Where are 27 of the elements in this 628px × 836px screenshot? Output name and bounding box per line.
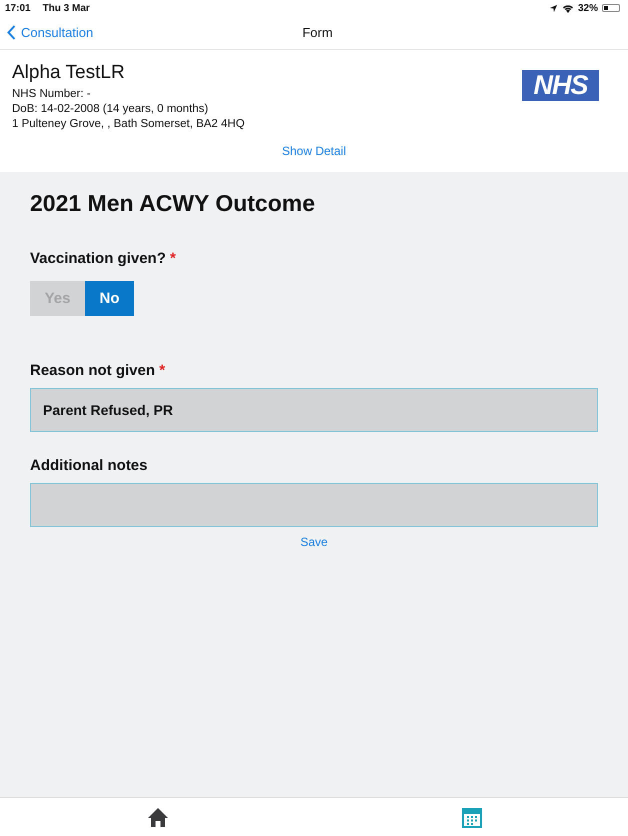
wifi-icon xyxy=(562,4,574,12)
field-label: Additional notes xyxy=(30,457,148,474)
back-link[interactable]: Consultation xyxy=(7,25,94,40)
date-of-birth: DoB: 14-02-2008 (14 years, 0 months) xyxy=(12,102,210,117)
field-label: Reason not given xyxy=(30,362,156,379)
form-title: 2021 Men ACWY Outcome xyxy=(30,190,316,217)
battery-percent: 32% xyxy=(578,2,598,14)
show-detail-link[interactable]: Show Detail xyxy=(282,144,346,158)
notes-field[interactable] xyxy=(30,483,598,527)
required-mark: * xyxy=(170,250,176,267)
reason-field[interactable]: Parent Refused, PR xyxy=(30,388,598,432)
save-link[interactable]: Save xyxy=(300,535,328,549)
status-date: Thu 3 Mar xyxy=(42,2,90,14)
nhs-number: NHS Number: - xyxy=(12,87,92,102)
nav-title: Form xyxy=(302,25,333,40)
calendar-icon[interactable] xyxy=(462,806,482,828)
location-icon xyxy=(548,4,558,12)
home-icon[interactable] xyxy=(146,806,168,828)
status-time: 17:01 xyxy=(5,2,31,14)
field-label: Vaccination given? xyxy=(30,250,166,267)
battery-icon xyxy=(602,4,620,12)
choice-button[interactable]: No xyxy=(85,281,134,316)
address: 1 Pulteney Grove, , Bath Somerset, BA2 4HQ xyxy=(12,117,245,132)
patient-name: Alpha TestLR xyxy=(12,62,126,84)
chevron-icon xyxy=(7,25,16,40)
nhs-logo: NHS xyxy=(522,70,599,101)
required-mark: * xyxy=(159,362,166,379)
